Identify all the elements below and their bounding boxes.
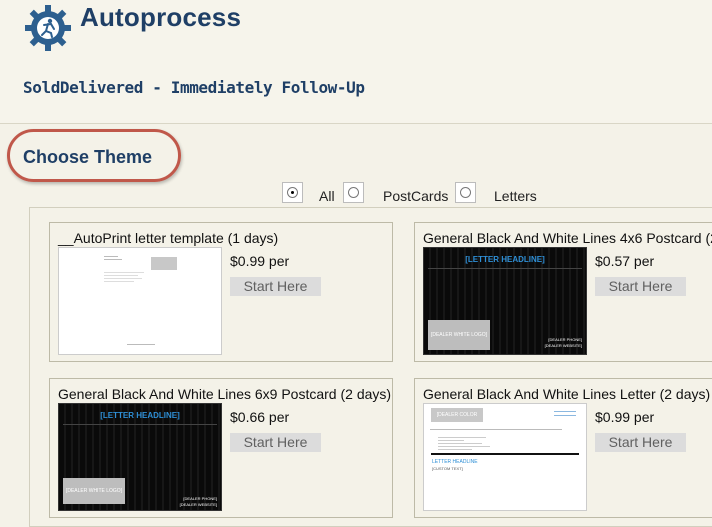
- thumb-headline: LETTER HEADLINE: [432, 459, 478, 465]
- thumb-headline: [LETTER HEADLINE]: [465, 255, 545, 264]
- start-here-button[interactable]: Start Here: [230, 277, 321, 296]
- theme-card: __AutoPrint letter template (1 days) $0.…: [49, 222, 393, 362]
- theme-thumbnail[interactable]: [LETTER HEADLINE] [DEALER WHITE LOGO] [D…: [58, 403, 222, 511]
- theme-title: General Black And White Lines Letter (2 …: [423, 386, 711, 402]
- filter-letters-radio[interactable]: [455, 182, 476, 203]
- page-subtitle: SoldDelivered - Immediately Follow-Up: [23, 78, 365, 97]
- thumb-body-text: [CUSTOM TEXT]: [432, 466, 463, 471]
- theme-title: __AutoPrint letter template (1 days): [58, 230, 279, 246]
- filter-postcards-label[interactable]: PostCards: [383, 188, 448, 204]
- gear-icon: [25, 5, 71, 51]
- thumb-phone: [DEALER PHONE]: [183, 496, 217, 501]
- filter-all-radio[interactable]: [282, 182, 303, 203]
- thumb-phone: [DEALER PHONE]: [548, 337, 582, 342]
- filter-postcards-radio[interactable]: [343, 182, 364, 203]
- start-here-button[interactable]: Start Here: [595, 433, 686, 452]
- theme-thumbnail[interactable]: [DEALER COLOR LOGO] LETTER HEADLINE [CUS…: [423, 403, 587, 511]
- thumb-logo-placeholder: [DEALER COLOR LOGO]: [431, 408, 483, 432]
- theme-title: General Black And White Lines 6x9 Postca…: [58, 386, 392, 402]
- thumb-website: [DEALER WEBSITE]: [179, 502, 217, 507]
- start-here-button[interactable]: Start Here: [230, 433, 321, 452]
- theme-card: General Black And White Lines Letter (2 …: [414, 378, 712, 518]
- theme-price: $0.99 per: [595, 409, 655, 425]
- theme-card: General Black And White Lines 6x9 Postca…: [49, 378, 393, 518]
- theme-price: $0.66 per: [230, 409, 290, 425]
- start-here-button[interactable]: Start Here: [595, 277, 686, 296]
- header: Autoprocess SoldDelivered - Immediately …: [0, 0, 712, 124]
- theme-thumbnail[interactable]: [LETTER HEADLINE] [DEALER WHITE LOGO] [D…: [423, 247, 587, 355]
- filter-all-label[interactable]: All: [319, 188, 335, 204]
- thumb-headline: [LETTER HEADLINE]: [100, 411, 180, 420]
- theme-card: General Black And White Lines 4x6 Postca…: [414, 222, 712, 362]
- app-title: Autoprocess: [80, 2, 242, 32]
- thumb-logo-placeholder: [DEALER WHITE LOGO]: [63, 478, 125, 504]
- thumb-website: [DEALER WEBSITE]: [544, 343, 582, 348]
- section-title: Choose Theme: [23, 147, 153, 167]
- theme-title: General Black And White Lines 4x6 Postca…: [423, 230, 712, 246]
- thumb-logo-placeholder: [DEALER WHITE LOGO]: [428, 320, 490, 350]
- theme-thumbnail[interactable]: [58, 247, 222, 355]
- theme-price: $0.99 per: [230, 253, 290, 269]
- filter-letters-label[interactable]: Letters: [494, 188, 537, 204]
- theme-price: $0.57 per: [595, 253, 655, 269]
